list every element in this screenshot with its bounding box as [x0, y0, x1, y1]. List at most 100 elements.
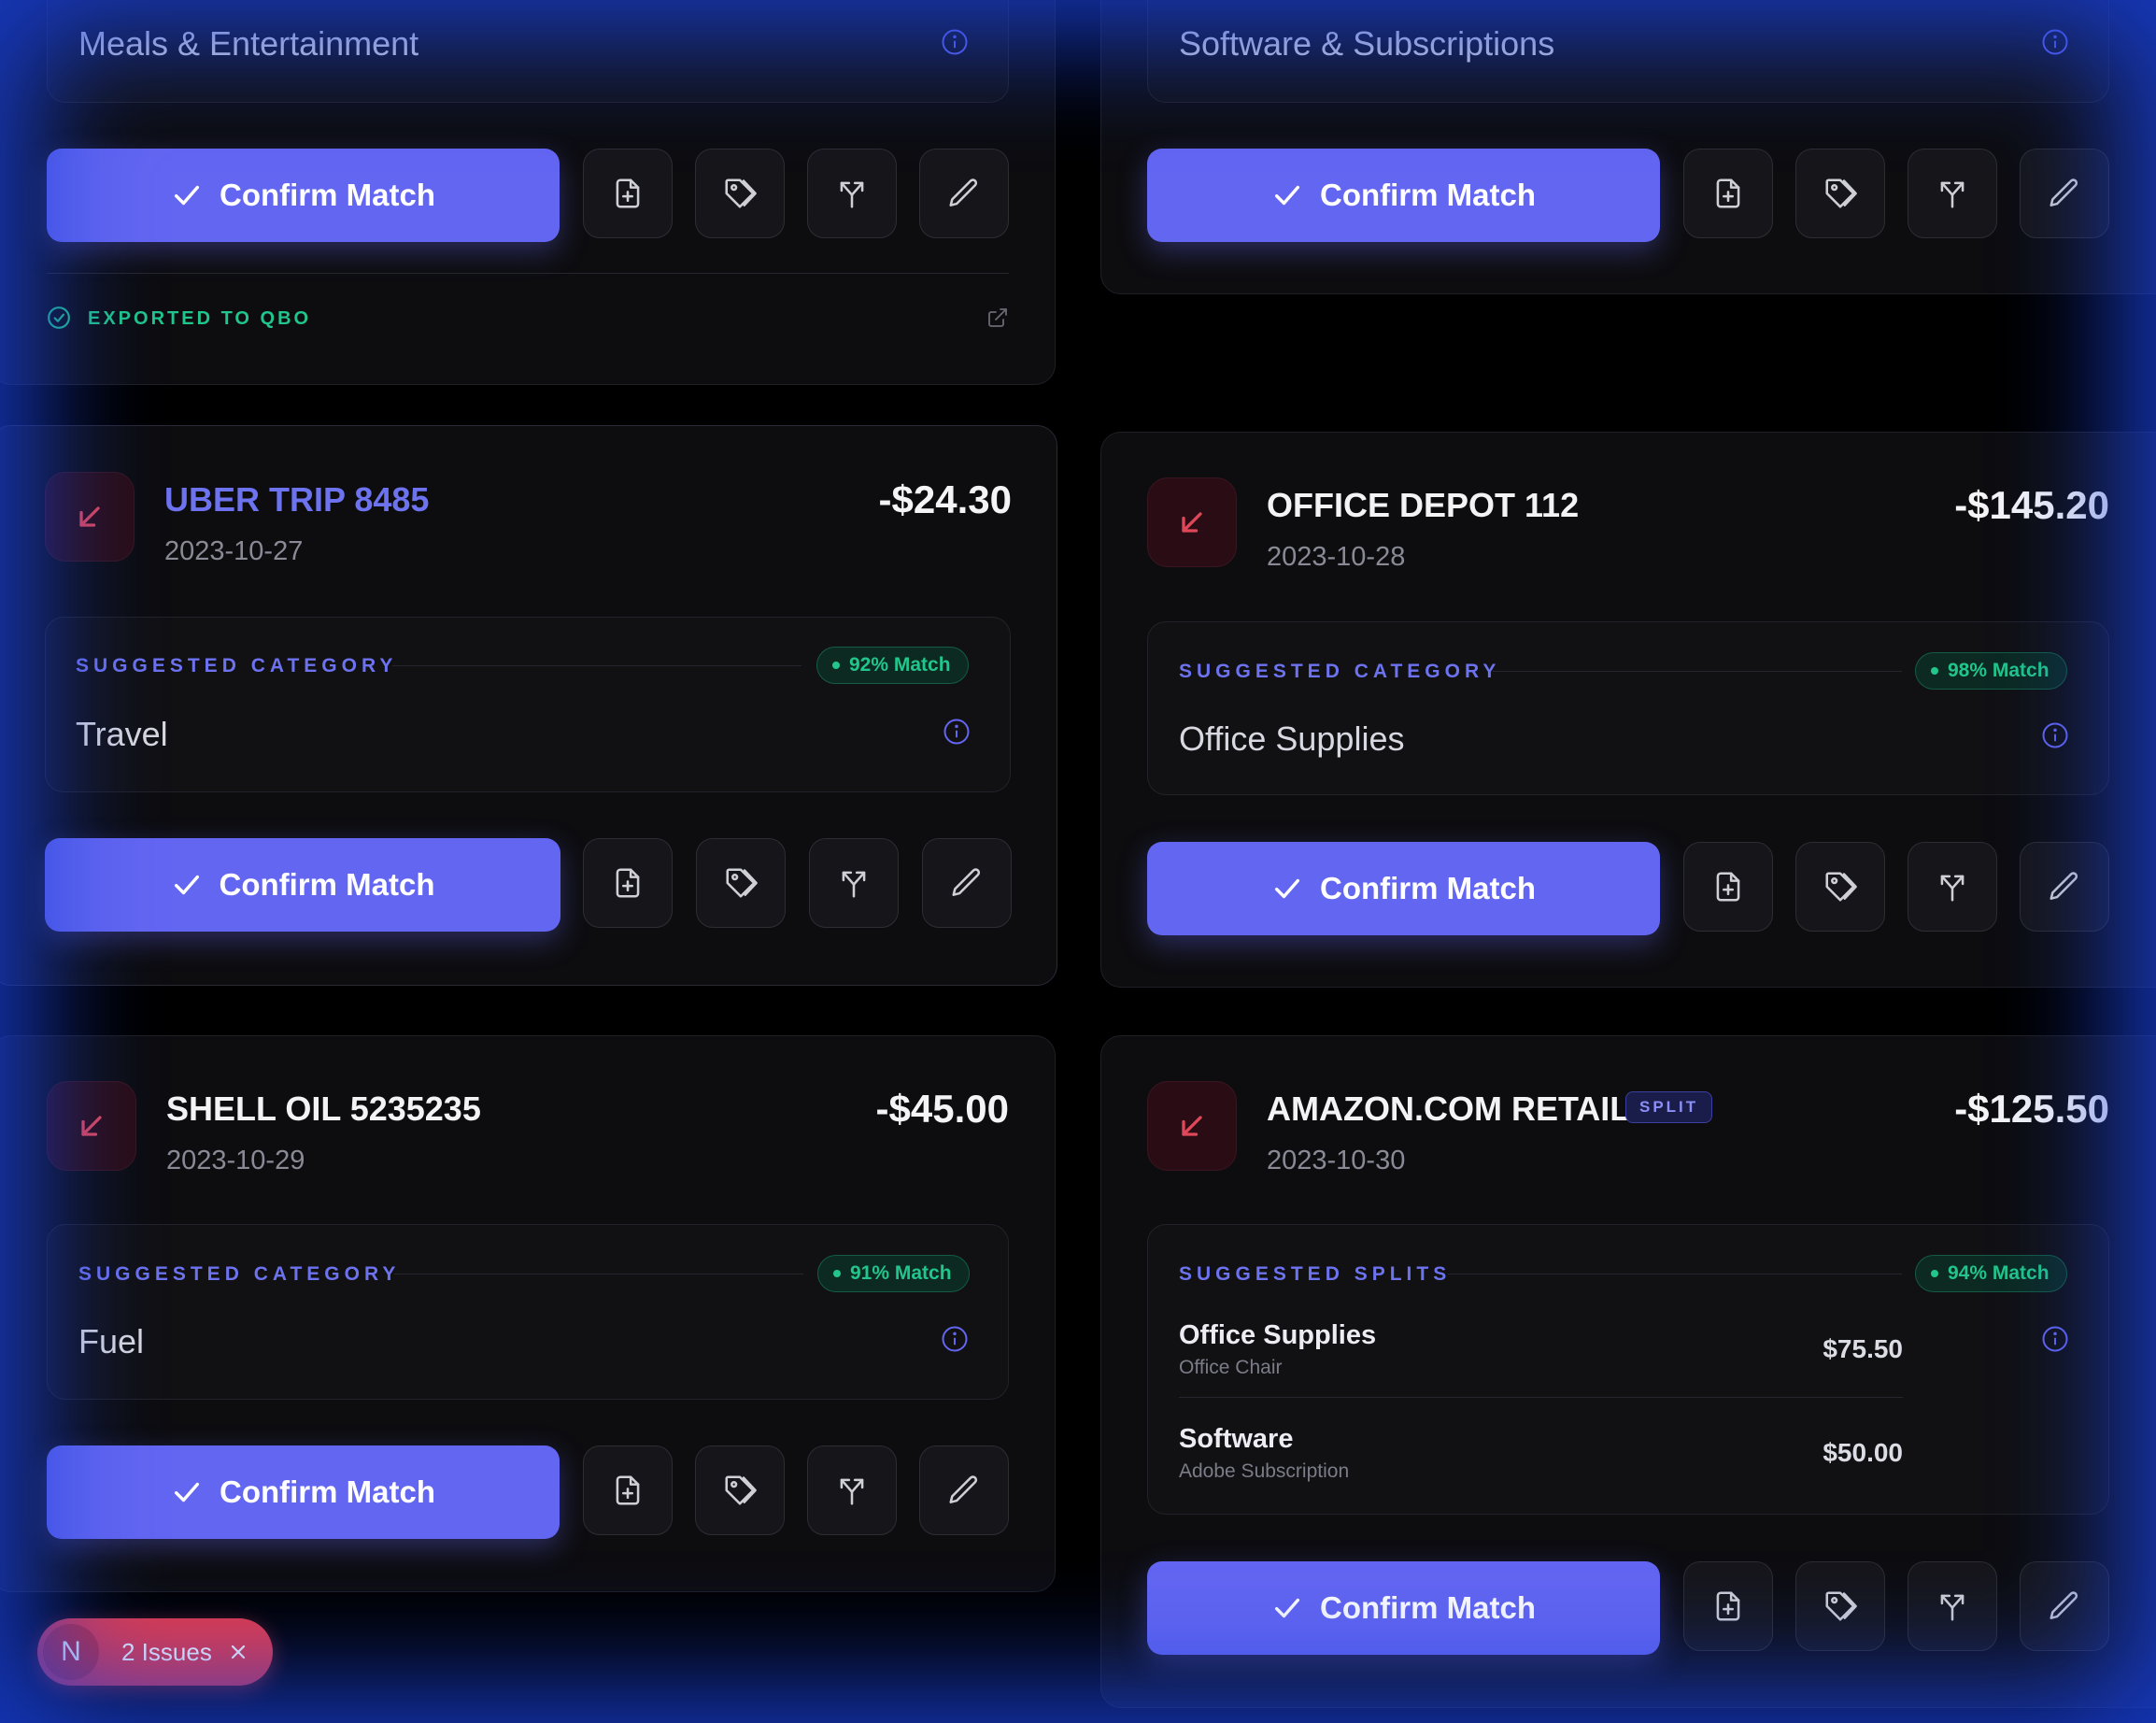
tag-button[interactable]: [1795, 1561, 1885, 1651]
file-plus-icon: [1716, 178, 1740, 208]
confirm-match-button[interactable]: Confirm Match: [1147, 842, 1660, 935]
tag-button[interactable]: [695, 149, 785, 238]
split-badge: SPLIT: [1625, 1091, 1713, 1123]
tag-icon: [725, 1475, 757, 1505]
info-icon[interactable]: [2041, 721, 2069, 749]
split-button[interactable]: [1908, 1561, 1997, 1651]
avatar: N: [43, 1624, 99, 1680]
dot-icon: [1931, 1270, 1938, 1277]
match-label: 92% Match: [849, 654, 951, 676]
check-icon: [1274, 1598, 1300, 1618]
category-name: Fuel: [78, 1322, 145, 1360]
arrow-down-left-icon: [1182, 512, 1202, 533]
info-icon[interactable]: [941, 1325, 969, 1353]
split-icon: [1940, 181, 1965, 208]
match-badge: 91% Match: [817, 1255, 970, 1292]
edit-button[interactable]: [2020, 1561, 2109, 1651]
vendor-name[interactable]: OFFICE DEPOT 112: [1267, 486, 1579, 525]
outflow-indicator: [1147, 1081, 1237, 1171]
confirm-match-label: Confirm Match: [220, 1474, 435, 1509]
split-button[interactable]: [809, 838, 899, 928]
split-icon: [842, 871, 866, 898]
info-icon[interactable]: [2041, 28, 2069, 56]
info-icon[interactable]: [943, 718, 971, 746]
pencil-icon: [952, 868, 981, 896]
tag-button[interactable]: [1795, 149, 1885, 238]
check-icon: [174, 185, 200, 206]
split-amount: $75.50: [1823, 1334, 1903, 1363]
tag-button[interactable]: [696, 838, 786, 928]
match-label: 98% Match: [1948, 660, 2050, 681]
confirm-match-label: Confirm Match: [220, 178, 435, 212]
outflow-indicator: [47, 1081, 136, 1171]
attach-receipt-button[interactable]: [583, 149, 673, 238]
split-button[interactable]: [807, 1445, 897, 1535]
split-icon: [1940, 1594, 1965, 1621]
suggested-category-label: SUGGESTED CATEGORY: [76, 655, 398, 676]
edit-button[interactable]: [919, 149, 1009, 238]
attach-receipt-button[interactable]: [1683, 149, 1773, 238]
suggested-splits-label: SUGGESTED SPLITS: [1179, 1263, 1452, 1285]
tag-button[interactable]: [1795, 842, 1885, 932]
tag-icon: [1825, 1591, 1857, 1621]
attach-receipt-button[interactable]: [1683, 1561, 1773, 1651]
split-description: Office Chair: [1179, 1357, 1283, 1378]
file-plus-icon: [616, 1475, 640, 1505]
edit-button[interactable]: [2020, 149, 2109, 238]
vendor-name[interactable]: AMAZON.COM RETAIL: [1267, 1089, 1630, 1129]
match-label: 91% Match: [850, 1262, 952, 1284]
transaction-amount: -$145.20: [1954, 483, 2109, 527]
match-badge: 94% Match: [1915, 1255, 2067, 1292]
split-icon: [840, 181, 864, 208]
suggestion-box: [45, 617, 1011, 792]
transaction-amount: -$125.50: [1954, 1087, 2109, 1131]
divider: [1493, 671, 1902, 672]
edit-button[interactable]: [919, 1445, 1009, 1535]
split-button[interactable]: [1908, 842, 1997, 932]
transaction-date: 2023-10-27: [164, 536, 304, 566]
tag-icon: [726, 868, 758, 898]
split-category: Office Supplies: [1179, 1320, 1377, 1350]
attach-receipt-button[interactable]: [583, 1445, 673, 1535]
issues-toast[interactable]: N 2 Issues: [37, 1618, 273, 1686]
check-icon: [174, 1482, 200, 1502]
edit-button[interactable]: [922, 838, 1012, 928]
confirm-match-button[interactable]: Confirm Match: [47, 1445, 560, 1539]
transaction-date: 2023-10-30: [1267, 1146, 1406, 1175]
file-plus-icon: [616, 868, 640, 898]
category-name: Travel: [76, 715, 168, 753]
confirm-match-button[interactable]: Confirm Match: [1147, 149, 1660, 242]
check-circle-icon: [48, 306, 70, 329]
info-icon[interactable]: [941, 28, 969, 56]
split-button[interactable]: [807, 149, 897, 238]
vendor-name[interactable]: UBER TRIP 8485: [164, 480, 429, 520]
edit-button[interactable]: [2020, 842, 2109, 932]
confirm-match-label: Confirm Match: [1320, 871, 1536, 905]
close-icon[interactable]: [227, 1641, 249, 1663]
match-badge: 98% Match: [1915, 652, 2067, 690]
transaction-amount: -$45.00: [875, 1087, 1009, 1131]
transaction-date: 2023-10-28: [1267, 542, 1406, 572]
suggested-category-label: SUGGESTED CATEGORY: [78, 1263, 401, 1285]
split-button[interactable]: [1908, 149, 1997, 238]
arrow-down-left-icon: [1182, 1116, 1202, 1136]
attach-receipt-button[interactable]: [1683, 842, 1773, 932]
info-icon[interactable]: [2041, 1325, 2069, 1353]
attach-receipt-button[interactable]: [583, 838, 673, 928]
dot-icon: [832, 662, 840, 669]
pencil-icon: [2050, 178, 2078, 206]
check-icon: [174, 875, 199, 895]
split-icon: [1940, 875, 1965, 902]
outflow-indicator: [1147, 477, 1237, 567]
external-link-icon[interactable]: [986, 306, 1009, 329]
tag-button[interactable]: [695, 1445, 785, 1535]
outflow-indicator: [45, 472, 135, 562]
vendor-name[interactable]: SHELL OIL 5235235: [166, 1089, 481, 1129]
issues-label: 2 Issues: [121, 1637, 212, 1666]
confirm-match-button[interactable]: Confirm Match: [1147, 1561, 1660, 1655]
confirm-match-button[interactable]: Confirm Match: [47, 149, 560, 242]
file-plus-icon: [1716, 872, 1740, 902]
confirm-match-button[interactable]: Confirm Match: [45, 838, 560, 932]
category-name: Meals & Entertainment: [78, 24, 419, 63]
pencil-icon: [949, 1475, 978, 1503]
